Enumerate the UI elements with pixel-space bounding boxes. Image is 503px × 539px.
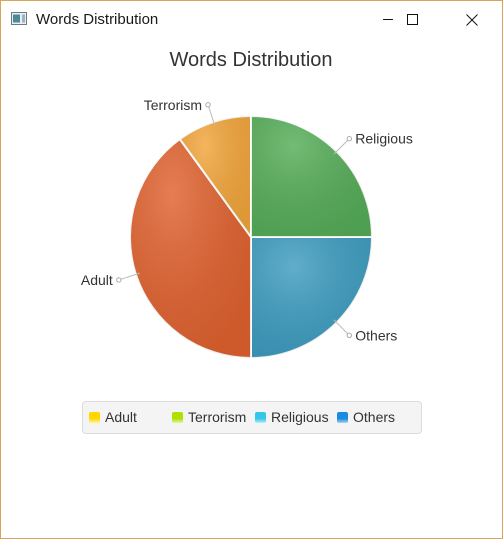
- pie-label-others: Others: [355, 327, 397, 343]
- label-leader-others: [333, 319, 350, 336]
- pie-chart: Words Distribution Others Adult Terrorism R…: [81, 49, 413, 360]
- app-window: Words Distribution Words Distribution Ot…: [0, 0, 503, 539]
- chart-legend: Adult Terrorism Religious Others: [82, 401, 422, 434]
- maximize-button[interactable]: [389, 1, 435, 37]
- label-dot-others: [346, 332, 352, 338]
- app-icon: [11, 12, 27, 25]
- pie-label-terrorism: Terrorism: [144, 97, 202, 113]
- label-leader-religious: [333, 138, 350, 155]
- pie-slice-shade-religious: [251, 116, 372, 237]
- label-dot-terrorism: [205, 102, 211, 108]
- pie-label-adult: Adult: [81, 272, 113, 288]
- pie-label-religious: Religious: [355, 131, 413, 147]
- legend-label: Others: [353, 409, 396, 425]
- legend-swatch-religious: [255, 412, 266, 423]
- close-icon: [466, 14, 478, 26]
- legend-swatch-others: [337, 412, 348, 423]
- pie-slice-shade-others: [251, 237, 372, 358]
- chart-title: Words Distribution: [169, 49, 332, 71]
- legend-label: Religious: [271, 409, 329, 425]
- label-dot-adult: [116, 277, 122, 283]
- legend-label: Adult: [105, 409, 137, 425]
- window-title: Words Distribution: [36, 11, 159, 28]
- legend-swatch-terrorism: [172, 412, 183, 423]
- legend-label: Terrorism: [188, 409, 247, 425]
- label-dot-religious: [346, 136, 352, 142]
- maximize-icon: [407, 14, 418, 25]
- legend-swatch-adult: [89, 412, 100, 423]
- title-bar: Words Distribution: [1, 1, 502, 37]
- close-button[interactable]: [449, 1, 495, 37]
